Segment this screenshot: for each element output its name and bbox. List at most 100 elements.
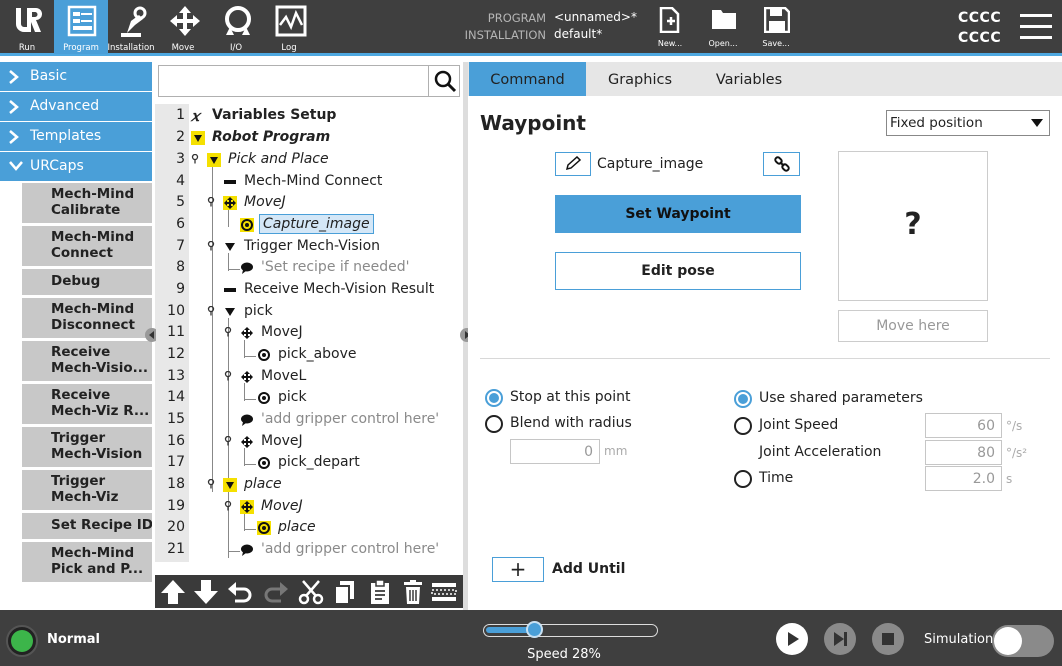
position-type-select[interactable]: Fixed position bbox=[886, 110, 1050, 136]
search-input[interactable] bbox=[158, 65, 460, 97]
redo-icon[interactable] bbox=[262, 578, 290, 606]
urcap-set-recipe-id[interactable]: Set Recipe ID bbox=[22, 513, 152, 539]
time-radio[interactable] bbox=[734, 470, 752, 488]
simulation-toggle[interactable] bbox=[992, 625, 1054, 657]
tree-line-pick-waypoint[interactable]: pick bbox=[278, 389, 307, 405]
move-here-button[interactable]: Move here bbox=[838, 310, 988, 342]
tree-line-movej[interactable]: MoveJ bbox=[244, 194, 286, 210]
step-button[interactable] bbox=[823, 622, 857, 656]
speed-label: Speed 28% bbox=[527, 647, 601, 662]
tree-line-mech-mind-connect[interactable]: Mech-Mind Connect bbox=[244, 173, 382, 189]
time-input[interactable]: 2.0 bbox=[925, 466, 1002, 491]
waypoint-icon bbox=[258, 392, 270, 404]
new-button[interactable]: New... bbox=[645, 0, 695, 54]
dash-icon bbox=[224, 180, 236, 184]
move-up-icon[interactable] bbox=[159, 578, 187, 606]
tree-line-pick-depart[interactable]: pick_depart bbox=[278, 454, 360, 470]
link-icon bbox=[774, 156, 790, 172]
save-button[interactable]: Save... bbox=[751, 0, 801, 54]
hamburger-menu-icon[interactable] bbox=[1020, 14, 1052, 40]
play-button[interactable] bbox=[775, 622, 809, 656]
collapse-left-icon[interactable] bbox=[144, 327, 156, 343]
blend-radius-unit: mm bbox=[604, 444, 628, 458]
delete-icon[interactable] bbox=[399, 578, 427, 606]
joint-speed-radio[interactable] bbox=[734, 417, 752, 435]
suppress-icon[interactable] bbox=[430, 578, 458, 606]
tab-variables[interactable]: Variables bbox=[694, 62, 804, 96]
move-icon bbox=[241, 371, 253, 383]
paste-icon[interactable] bbox=[366, 578, 394, 606]
urcap-trigger-mech-vision[interactable]: Trigger Mech-Vision bbox=[22, 427, 152, 467]
tree-line-comment[interactable]: 'Set recipe if needed' bbox=[261, 259, 410, 275]
urcap-debug[interactable]: Debug bbox=[22, 269, 152, 295]
nav-move-label: Move bbox=[171, 43, 195, 53]
tab-command[interactable]: Command bbox=[469, 62, 586, 96]
tree-line-pick[interactable]: pick bbox=[244, 303, 273, 319]
nav-installation-button[interactable]: Installation bbox=[104, 0, 158, 54]
tree-line-trigger-mech-vision[interactable]: Trigger Mech-Vision bbox=[244, 238, 380, 254]
tree-line-pick-above[interactable]: pick_above bbox=[278, 346, 357, 362]
urcap-mech-mind-calibrate[interactable]: Mech-Mind Calibrate bbox=[22, 183, 152, 223]
triangle-icon bbox=[225, 243, 235, 251]
blend-radius-radio[interactable] bbox=[485, 415, 503, 433]
undo-icon[interactable] bbox=[226, 578, 254, 606]
add-until-button[interactable]: + bbox=[492, 557, 544, 582]
tree-line-variables-setup[interactable]: Variables Setup bbox=[212, 107, 336, 123]
urcap-mech-mind-disconnect[interactable]: Mech-Mind Disconnect bbox=[22, 298, 152, 338]
sidebar-category-urcaps[interactable]: URCaps bbox=[0, 152, 152, 181]
tree-line-robot-program[interactable]: Robot Program bbox=[212, 129, 330, 145]
blend-radius-input[interactable]: 0 bbox=[510, 439, 600, 464]
tree-line-comment[interactable]: 'add gripper control here' bbox=[261, 411, 439, 427]
tree-line-place[interactable]: place bbox=[244, 476, 282, 492]
tree-line-movej[interactable]: MoveJ bbox=[261, 324, 303, 340]
tree-line-place-waypoint[interactable]: place bbox=[278, 519, 316, 535]
joint-speed-input[interactable]: 60 bbox=[925, 413, 1002, 438]
tree-connector bbox=[244, 399, 256, 400]
pin-icon bbox=[207, 306, 215, 316]
stop-at-point-radio[interactable] bbox=[485, 389, 503, 407]
line-number: 6 bbox=[176, 216, 185, 232]
nav-run-button[interactable]: Run bbox=[0, 0, 54, 54]
set-waypoint-button[interactable]: Set Waypoint bbox=[555, 195, 801, 233]
line-number: 18 bbox=[167, 476, 185, 492]
rename-waypoint-button[interactable] bbox=[555, 152, 591, 176]
move-down-icon[interactable] bbox=[192, 578, 220, 606]
link-waypoint-button[interactable] bbox=[763, 152, 800, 176]
status-indicator[interactable] bbox=[6, 625, 38, 657]
save-icon bbox=[764, 7, 790, 33]
tree-connector bbox=[228, 209, 229, 227]
use-shared-parameters-radio[interactable] bbox=[734, 390, 752, 408]
edit-pose-button[interactable]: Edit pose bbox=[555, 252, 801, 290]
joint-acceleration-input[interactable]: 80 bbox=[925, 440, 1002, 465]
tree-line-movej[interactable]: MoveJ bbox=[261, 498, 303, 514]
sidebar-category-label: Templates bbox=[30, 128, 102, 144]
speed-slider[interactable] bbox=[483, 621, 658, 638]
nav-program-button[interactable]: Program bbox=[54, 0, 108, 54]
nav-log-button[interactable]: Log bbox=[262, 0, 316, 54]
cut-icon[interactable] bbox=[297, 578, 325, 606]
urcap-mech-mind-pick-and-place[interactable]: Mech-Mind Pick and P... bbox=[22, 542, 152, 582]
tree-line-capture-image[interactable]: Capture_image bbox=[259, 214, 374, 234]
tree-line-movel[interactable]: MoveL bbox=[261, 368, 306, 384]
tree-line-pick-and-place[interactable]: Pick and Place bbox=[228, 151, 329, 167]
urcap-trigger-mech-viz[interactable]: Trigger Mech-Viz bbox=[22, 470, 152, 510]
sidebar-category-basic[interactable]: Basic bbox=[0, 62, 152, 91]
urcap-mech-mind-connect[interactable]: Mech-Mind Connect bbox=[22, 226, 152, 266]
urcap-receive-mech-vision[interactable]: Receive Mech-Visio... bbox=[22, 341, 152, 381]
tree-line-movej[interactable]: MoveJ bbox=[261, 433, 303, 449]
sidebar-category-templates[interactable]: Templates bbox=[0, 122, 152, 151]
sidebar-category-advanced[interactable]: Advanced bbox=[0, 92, 152, 121]
tree-line-comment[interactable]: 'add gripper control here' bbox=[261, 541, 439, 557]
line-number: 10 bbox=[167, 303, 185, 319]
speed-slider-knob[interactable] bbox=[526, 621, 543, 638]
nav-move-button[interactable]: Move bbox=[156, 0, 210, 54]
urcap-receive-mech-viz[interactable]: Receive Mech-Viz R... bbox=[22, 384, 152, 424]
stop-button[interactable] bbox=[871, 622, 905, 656]
tree-line-receive-mech-vision-result[interactable]: Receive Mech-Vision Result bbox=[244, 281, 434, 297]
open-button[interactable]: Open... bbox=[698, 0, 748, 54]
copy-icon[interactable] bbox=[331, 578, 359, 606]
joint-speed-unit: °/s bbox=[1006, 419, 1023, 433]
nav-io-button[interactable]: I/O bbox=[209, 0, 263, 54]
tab-graphics[interactable]: Graphics bbox=[586, 62, 694, 96]
search-button[interactable] bbox=[428, 65, 460, 97]
